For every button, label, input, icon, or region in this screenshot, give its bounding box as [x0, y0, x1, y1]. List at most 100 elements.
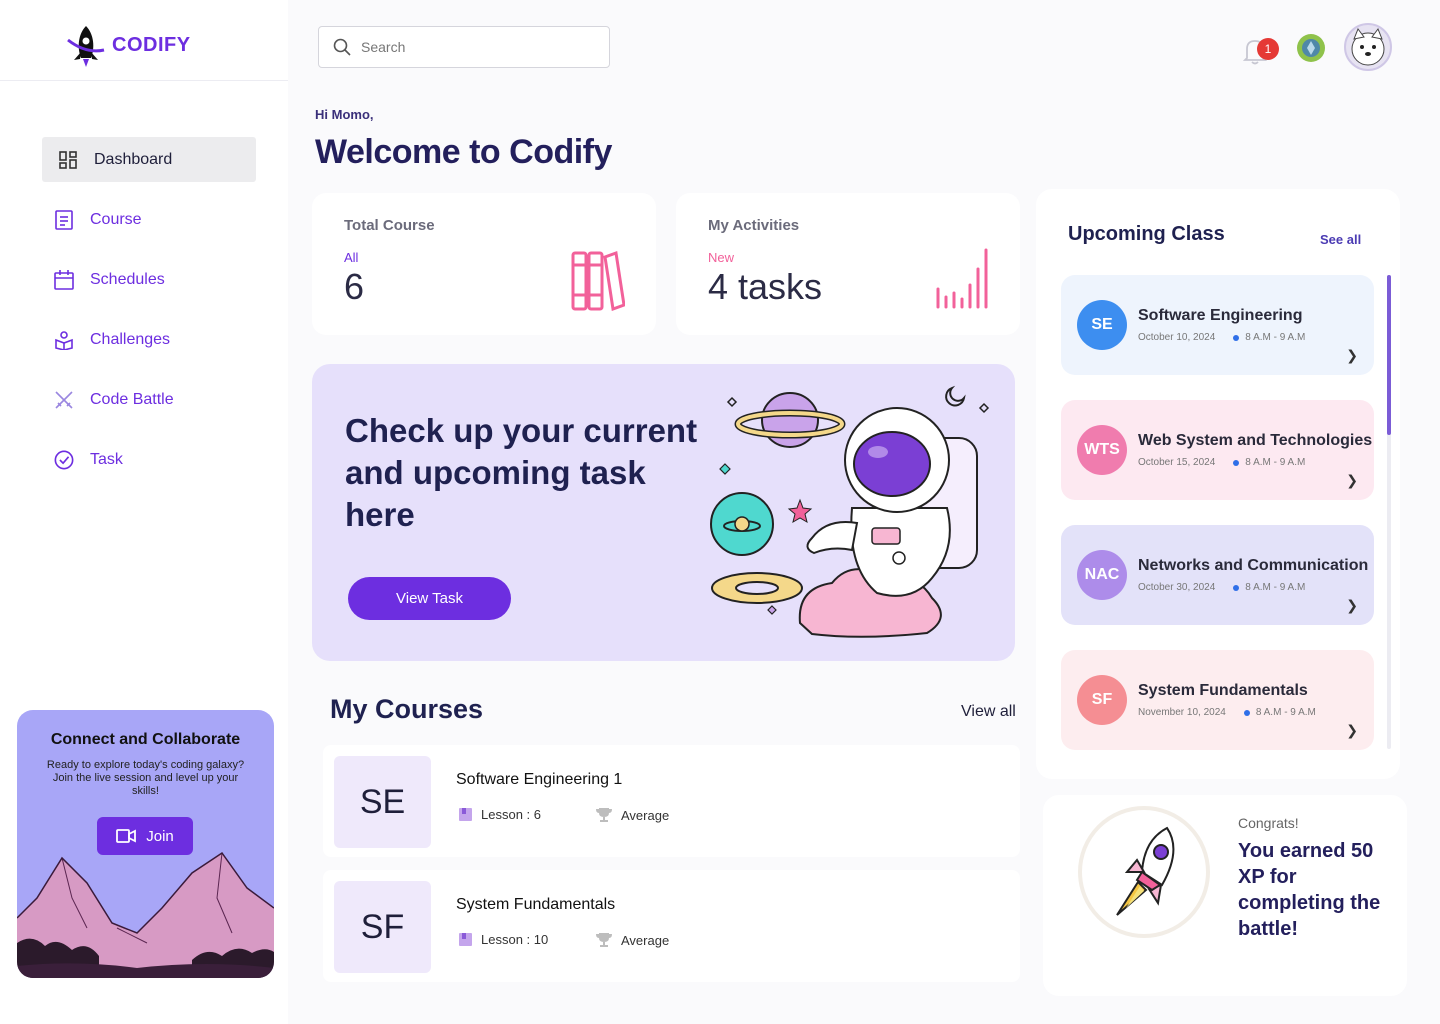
- upcoming-class-panel: Upcoming Class See all SE Software Engin…: [1036, 189, 1400, 779]
- page-title: Welcome to Codify: [315, 133, 612, 171]
- class-schedule: October 30, 2024 8 A.M - 9 A.M: [1138, 582, 1305, 593]
- sidebar-item-code-battle[interactable]: Code Battle: [42, 377, 256, 422]
- chevron-right-icon[interactable]: ❯: [1346, 472, 1358, 489]
- task-hero-banner: Check up your current and upcoming task …: [312, 364, 1015, 661]
- notification-badge: 1: [1257, 38, 1279, 60]
- user-avatar[interactable]: [1344, 23, 1392, 71]
- class-name: Web System and Technologies: [1138, 432, 1373, 449]
- sidebar-item-schedules[interactable]: Schedules: [42, 257, 256, 302]
- class-card[interactable]: NAC Networks and Communication October 3…: [1061, 525, 1374, 625]
- course-thumbnail: SF: [334, 881, 431, 973]
- search-input[interactable]: [361, 39, 591, 55]
- view-task-button[interactable]: View Task: [348, 577, 511, 620]
- search-icon: [333, 38, 351, 56]
- rocket-logo-icon: [67, 26, 105, 67]
- book-icon: [459, 933, 472, 946]
- class-card[interactable]: SE Software Engineering October 10, 2024…: [1061, 275, 1374, 375]
- chevron-right-icon[interactable]: ❯: [1346, 347, 1358, 364]
- hero-text: Check up your current and upcoming task …: [345, 412, 698, 533]
- collaborate-card: Connect and Collaborate Ready to explore…: [17, 710, 274, 978]
- class-name: Software Engineering: [1138, 307, 1303, 324]
- sidebar-item-challenges[interactable]: Challenges: [42, 317, 256, 362]
- course-level: Average: [595, 807, 669, 823]
- notifications-button[interactable]: 1: [1243, 34, 1279, 66]
- congrats-card: Congrats! You earned 50 XP for completin…: [1043, 795, 1407, 996]
- trophy-icon: [596, 808, 612, 822]
- check-circle-icon: [54, 450, 74, 470]
- activities-card: My Activities New 4 tasks: [676, 193, 1020, 335]
- astronaut-illustration: [710, 385, 990, 638]
- course-row[interactable]: SF System Fundamentals Lesson : 10 Avera…: [323, 870, 1020, 982]
- sidebar-item-label: Schedules: [90, 270, 165, 288]
- sidebar-item-label: Task: [90, 450, 123, 468]
- class-date: October 10, 2024: [1138, 332, 1216, 343]
- class-date: November 10, 2024: [1138, 707, 1226, 718]
- dashboard-icon: [58, 150, 78, 170]
- stat-title: Total Course: [344, 217, 435, 234]
- class-time: 8 A.M - 9 A.M: [1255, 707, 1316, 718]
- calendar-icon: [54, 269, 74, 290]
- scrollbar-thumb[interactable]: [1387, 275, 1391, 435]
- chevron-right-icon[interactable]: ❯: [1346, 722, 1358, 739]
- swords-icon: [54, 390, 74, 410]
- collaborate-text: Ready to explore today's coding galaxy? …: [46, 759, 245, 797]
- sidebar-item-course[interactable]: Course: [42, 197, 256, 242]
- course-name: Software Engineering 1: [456, 771, 623, 788]
- course-thumbnail: SE: [334, 756, 431, 848]
- brand: CODIFY: [0, 0, 288, 81]
- sidebar-item-label: Code Battle: [90, 390, 174, 408]
- congrats-label: Congrats!: [1238, 815, 1299, 831]
- course-level: Average: [595, 932, 669, 948]
- stat-value: 4 tasks: [708, 266, 823, 307]
- my-courses-title: My Courses: [330, 694, 484, 724]
- lesson-count: Lesson : 6: [481, 807, 541, 822]
- total-course-card: Total Course All 6: [312, 193, 656, 335]
- scrollbar[interactable]: [1387, 275, 1391, 749]
- dot-icon: [1233, 459, 1240, 466]
- class-badge: NAC: [1077, 550, 1127, 600]
- trophy-icon: [596, 933, 612, 947]
- brand-name: CODIFY: [112, 34, 191, 56]
- course-row[interactable]: SE Software Engineering 1 Lesson : 6 Ave…: [323, 745, 1020, 857]
- course-icon: [54, 209, 74, 230]
- mountains-illustration: [17, 851, 274, 978]
- class-name: System Fundamentals: [1138, 682, 1308, 699]
- sidebar-item-dashboard[interactable]: Dashboard: [42, 137, 256, 182]
- dot-icon: [1243, 709, 1250, 716]
- congrats-message: You earned 50 XP for completing the batt…: [1238, 840, 1381, 940]
- challenges-icon: [54, 330, 74, 350]
- sidebar-item-task[interactable]: Task: [42, 437, 256, 482]
- class-time: 8 A.M - 9 A.M: [1245, 457, 1306, 468]
- lesson-count: Lesson : 10: [481, 932, 549, 947]
- bar-chart-icon: [936, 248, 988, 309]
- stat-sub: New: [708, 250, 735, 265]
- class-schedule: October 15, 2024 8 A.M - 9 A.M: [1138, 457, 1305, 468]
- chevron-right-icon[interactable]: ❯: [1346, 597, 1358, 614]
- collaborate-title: Connect and Collaborate: [50, 731, 241, 748]
- class-time: 8 A.M - 9 A.M: [1245, 332, 1306, 343]
- dot-icon: [1233, 584, 1240, 591]
- video-camera-icon: [116, 829, 137, 843]
- see-all-link[interactable]: See all: [1320, 232, 1361, 247]
- sidebar-item-label: Course: [90, 210, 142, 228]
- search-box[interactable]: [318, 26, 610, 68]
- class-time: 8 A.M - 9 A.M: [1245, 582, 1306, 593]
- stat-sub: All: [344, 250, 359, 265]
- view-all-courses-link[interactable]: View all: [961, 703, 1016, 721]
- dot-icon: [1233, 334, 1240, 341]
- rocket-badge: [1078, 806, 1210, 938]
- class-card[interactable]: SF System Fundamentals November 10, 2024…: [1061, 650, 1374, 750]
- medal-icon[interactable]: [1295, 32, 1327, 64]
- join-label: Join: [146, 827, 174, 845]
- greeting: Hi Momo,: [315, 107, 374, 122]
- class-schedule: October 10, 2024 8 A.M - 9 A.M: [1138, 332, 1305, 343]
- sidebar-item-label: Dashboard: [94, 150, 173, 168]
- sidebar-item-label: Challenges: [90, 330, 171, 348]
- class-date: October 15, 2024: [1138, 457, 1216, 468]
- class-badge: SE: [1077, 300, 1127, 350]
- class-schedule: November 10, 2024 8 A.M - 9 A.M: [1138, 707, 1316, 718]
- class-card[interactable]: WTS Web System and Technologies October …: [1061, 400, 1374, 500]
- books-icon: [571, 250, 625, 311]
- class-badge: SF: [1077, 675, 1127, 725]
- book-icon: [459, 808, 472, 821]
